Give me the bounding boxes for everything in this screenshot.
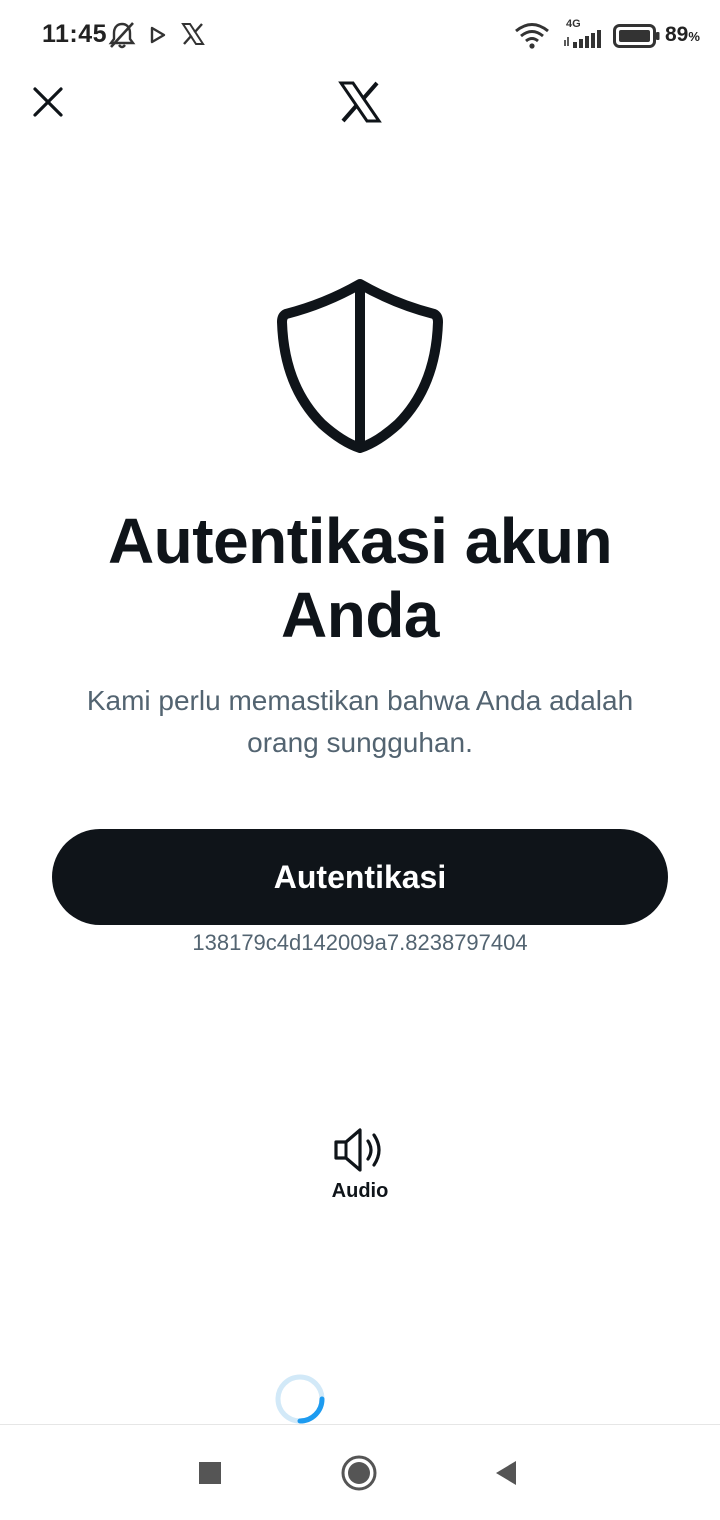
play-icon <box>150 26 166 44</box>
recents-square-icon[interactable] <box>198 1461 222 1485</box>
page-title: Autentikasi akun Anda <box>107 505 613 651</box>
battery-icon <box>613 24 660 48</box>
close-icon <box>33 87 63 117</box>
speaker-icon <box>334 1128 381 1172</box>
status-time: 11:45 <box>42 20 108 48</box>
battery-percent: 89% <box>665 23 700 46</box>
wifi-icon <box>515 23 549 49</box>
audio-label: Audio <box>331 1180 389 1202</box>
system-nav-bar <box>0 1424 720 1520</box>
page-subtitle: Kami perlu memastikan bahwa Anda adalah … <box>86 685 634 758</box>
audio-button[interactable]: Audio <box>310 1124 410 1214</box>
x-logo-icon <box>338 81 382 123</box>
home-circle-icon[interactable] <box>341 1455 377 1491</box>
screen: 11:45 4G 89% Autentikasi akun Anda Kami … <box>0 0 720 1520</box>
cellular-signal-icon <box>564 30 601 48</box>
bell-off-icon <box>108 22 136 49</box>
back-triangle-icon[interactable] <box>494 1459 518 1487</box>
close-button[interactable] <box>26 80 70 124</box>
authenticate-button[interactable]: Autentikasi <box>52 829 668 925</box>
network-type-label: 4G <box>566 18 581 30</box>
session-token: 138179c4d142009a7.8238797404 <box>192 930 528 955</box>
status-bar: 11:45 4G 89% <box>0 0 720 70</box>
shield-icon <box>277 279 443 453</box>
loading-spinner-icon <box>275 1374 325 1424</box>
x-logo-icon <box>181 23 205 45</box>
